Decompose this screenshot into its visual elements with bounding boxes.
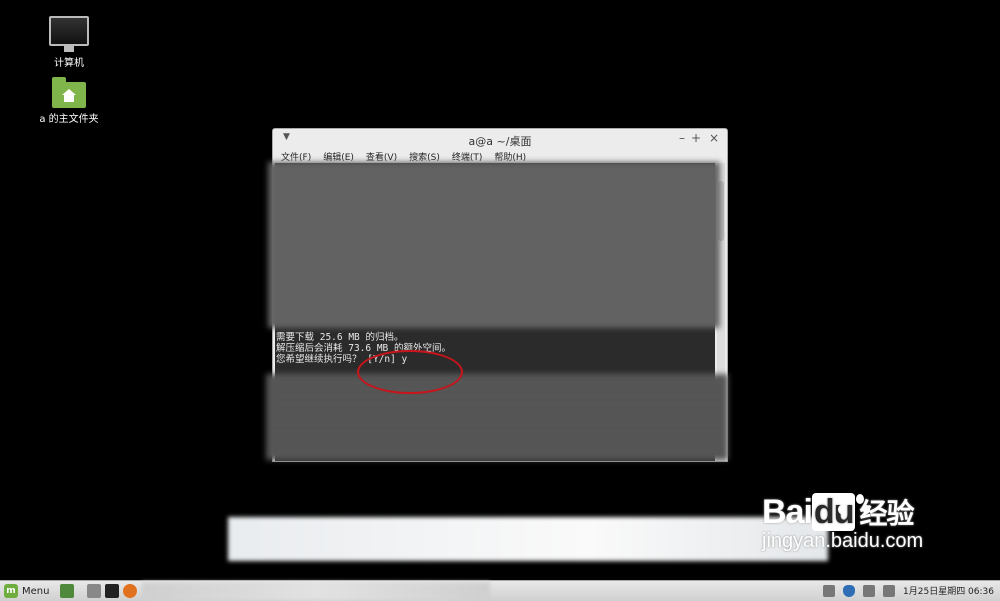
file-manager-icon[interactable] bbox=[87, 584, 101, 598]
terminal-line: 需要下载 25.6 MB 的归档。 bbox=[276, 332, 404, 343]
desktop-icon-label: a 的主文件夹 bbox=[39, 114, 99, 125]
menu-file[interactable]: 文件(F) bbox=[281, 150, 311, 163]
taskbar: m Menu 1月25日星期四 06:36 bbox=[0, 580, 1000, 601]
power-icon[interactable] bbox=[883, 584, 896, 597]
menu-help[interactable]: 帮助(H) bbox=[494, 150, 526, 163]
desktop-icon-home-folder[interactable]: a 的主文件夹 bbox=[29, 77, 109, 126]
paw-icon bbox=[838, 494, 878, 534]
shield-icon[interactable] bbox=[843, 584, 856, 597]
terminal-line: 解压缩后会消耗 73.6 MB 的额外空间。 bbox=[276, 343, 451, 354]
close-icon[interactable]: × bbox=[709, 131, 719, 145]
blurred-banner bbox=[228, 517, 828, 561]
start-menu-label: Menu bbox=[22, 585, 50, 597]
highlight-circle bbox=[357, 350, 463, 394]
show-desktop-icon[interactable] bbox=[60, 584, 74, 598]
baidu-jingyan-watermark: Baidu 经验 jingyan.baidu.com bbox=[762, 492, 992, 553]
linux-mint-icon: m bbox=[4, 584, 18, 598]
menu-terminal[interactable]: 终端(T) bbox=[452, 150, 483, 163]
menu-edit[interactable]: 编辑(E) bbox=[323, 150, 354, 163]
blurred-terminal-output-bottom bbox=[266, 374, 728, 460]
clock[interactable]: 1月25日星期四 06:36 bbox=[903, 584, 994, 597]
terminal-line: 您希望继续执行吗？ [Y/n] y bbox=[276, 354, 408, 365]
home-folder-icon bbox=[52, 77, 86, 108]
computer-icon bbox=[49, 16, 89, 52]
window-title: a@a ~/桌面 bbox=[468, 135, 532, 148]
terminal-visible-lines: 需要下载 25.6 MB 的归档。 解压缩后会消耗 73.6 MB 的额外空间。… bbox=[276, 332, 716, 365]
blurred-terminal-output-top bbox=[268, 162, 720, 328]
firefox-icon[interactable] bbox=[123, 584, 137, 598]
blurred-window-list bbox=[142, 582, 490, 600]
minimize-icon[interactable]: – bbox=[679, 131, 685, 145]
maximize-icon[interactable]: + bbox=[691, 131, 701, 145]
window-titlebar[interactable]: ▼ a@a ~/桌面 – + × bbox=[273, 129, 727, 149]
desktop-icon-computer[interactable]: 计算机 bbox=[29, 16, 109, 70]
desktop-icon-label: 计算机 bbox=[54, 58, 84, 69]
menu-view[interactable]: 查看(V) bbox=[366, 150, 397, 163]
network-icon[interactable] bbox=[823, 584, 836, 597]
sound-icon[interactable] bbox=[863, 584, 876, 597]
system-tray: 1月25日星期四 06:36 bbox=[823, 584, 994, 597]
terminal-menubar: 文件(F) 编辑(E) 查看(V) 搜索(S) 终端(T) 帮助(H) bbox=[273, 149, 727, 163]
terminal-icon[interactable] bbox=[105, 584, 119, 598]
menu-search[interactable]: 搜索(S) bbox=[409, 150, 440, 163]
start-menu-button[interactable]: m Menu bbox=[4, 584, 49, 598]
